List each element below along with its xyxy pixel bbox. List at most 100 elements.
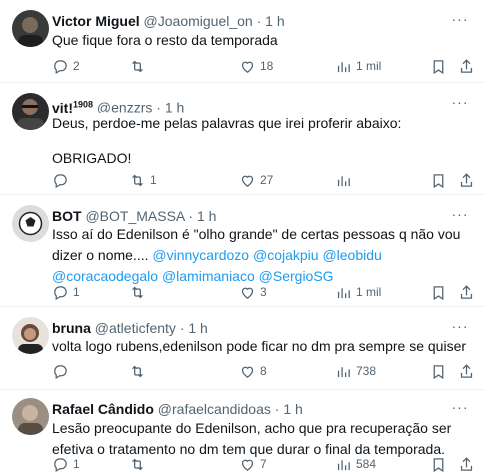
timestamp[interactable]: 1 h — [197, 208, 216, 224]
mention-link[interactable]: @vinnycardozo — [152, 247, 249, 263]
retweet-button[interactable] — [129, 56, 150, 76]
avatar[interactable] — [12, 10, 49, 47]
separator: · — [274, 401, 280, 417]
views-count: 738 — [356, 363, 377, 378]
timestamp[interactable]: 1 h — [283, 401, 302, 417]
avatar[interactable] — [12, 398, 49, 435]
tweet-text-line: Deus, perdoe-me pelas palavras que irei … — [52, 115, 402, 131]
separator: · — [156, 99, 161, 113]
display-name[interactable]: bruna — [52, 320, 91, 336]
tweet-text: volta logo rubens,edenilson pode ficar n… — [52, 338, 467, 354]
share-button[interactable] — [458, 170, 475, 190]
retweet-icon — [132, 458, 143, 470]
retweet-button[interactable] — [129, 282, 150, 302]
heart-icon — [241, 61, 254, 73]
share-button[interactable] — [458, 282, 475, 302]
bookmark-button[interactable] — [430, 170, 447, 190]
mention-link[interactable]: @cojakpiu — [253, 247, 319, 263]
bookmark-button[interactable] — [430, 361, 447, 381]
retweet-icon — [132, 174, 143, 186]
like-button[interactable]: 7 — [239, 454, 267, 474]
reply-icon — [54, 457, 67, 472]
avatar[interactable] — [12, 317, 49, 354]
bookmark-icon — [433, 457, 444, 472]
views-button[interactable] — [335, 170, 356, 190]
avatar[interactable] — [12, 93, 49, 130]
views-count: 1 mil — [356, 58, 382, 73]
views-button[interactable]: 1 mil — [335, 56, 381, 76]
reply-icon — [54, 59, 67, 74]
share-button[interactable] — [458, 56, 475, 76]
views-button[interactable]: 1 mil — [335, 282, 381, 302]
timestamp[interactable]: 1 h — [165, 100, 184, 113]
reply-icon — [54, 285, 67, 300]
retweet-button[interactable] — [129, 361, 150, 381]
share-icon — [460, 456, 473, 471]
like-button[interactable]: 8 — [239, 361, 267, 381]
tweet[interactable]: Rafael Cândido @rafaelcandidoas · 1 h ··… — [0, 390, 485, 475]
views-icon — [337, 61, 350, 72]
views-button[interactable]: 738 — [335, 361, 376, 381]
share-button[interactable] — [458, 361, 475, 381]
views-icon — [337, 175, 350, 186]
more-icon[interactable]: ··· — [449, 317, 471, 335]
bookmark-icon — [433, 59, 444, 74]
like-button[interactable]: 18 — [239, 56, 273, 76]
retweet-button[interactable]: 1 — [129, 170, 157, 190]
reply-icon — [54, 364, 67, 379]
like-count: 18 — [260, 58, 274, 73]
timestamp[interactable]: 1 h — [265, 13, 284, 29]
display-name[interactable]: vit!1908 — [52, 99, 94, 113]
views-count: 584 — [356, 456, 377, 471]
timestamp[interactable]: 1 h — [188, 320, 207, 336]
heart-icon — [241, 459, 254, 471]
share-button[interactable] — [458, 454, 475, 474]
retweet-button[interactable] — [129, 454, 150, 474]
more-icon[interactable]: ··· — [449, 10, 471, 28]
tweet-header: bruna @atleticfenty · 1 h — [52, 319, 445, 337]
reply-button[interactable]: 2 — [52, 56, 80, 76]
user-handle[interactable]: @BOT_MASSA — [85, 208, 184, 224]
reply-button[interactable]: 1 — [52, 282, 80, 302]
tweet[interactable]: bruna @atleticfenty · 1 h ··· volta logo… — [0, 307, 485, 390]
user-handle[interactable]: @enzzrs — [97, 100, 152, 113]
bookmark-button[interactable] — [430, 454, 447, 474]
share-icon — [460, 363, 473, 378]
bookmark-button[interactable] — [430, 56, 447, 76]
tweet-actions: 1 27 — [52, 170, 477, 190]
more-icon[interactable]: ··· — [449, 93, 471, 111]
heart-icon — [241, 175, 254, 187]
like-button[interactable]: 3 — [239, 282, 267, 302]
more-icon[interactable]: ··· — [449, 398, 471, 416]
retweet-icon — [132, 60, 143, 72]
like-count: 3 — [260, 284, 267, 299]
display-name[interactable]: BOT — [52, 208, 82, 224]
tweet[interactable]: BOT @BOT_MASSA · 1 h ··· Isso aí do Eden… — [0, 195, 485, 307]
mention-link[interactable]: @leobidu — [322, 247, 381, 263]
user-handle[interactable]: @rafaelcandidoas — [158, 401, 271, 417]
bookmark-button[interactable] — [430, 282, 447, 302]
retweet-icon — [132, 286, 143, 298]
views-button[interactable]: 584 — [335, 454, 376, 474]
reply-button[interactable] — [52, 361, 73, 381]
display-name[interactable]: Victor Miguel — [52, 13, 140, 29]
tweet[interactable]: vit!1908 @enzzrs · 1 h ··· Deus, perdoe-… — [0, 83, 485, 195]
tweet-actions: 2 18 1 mil — [52, 56, 477, 76]
share-icon — [460, 172, 473, 187]
tweet[interactable]: Victor Miguel @Joaomiguel_on · 1 h ··· Q… — [0, 0, 485, 83]
reply-button[interactable] — [52, 170, 73, 190]
display-name[interactable]: Rafael Cândido — [52, 401, 154, 417]
tweet-text: Isso aí do Edenilson é "olho grande" de … — [52, 226, 461, 284]
tweet-actions: 8 738 — [52, 361, 477, 381]
avatar[interactable] — [12, 205, 49, 242]
name-superscript: 1908 — [73, 99, 94, 109]
user-handle[interactable]: @atleticfenty — [95, 320, 176, 336]
like-button[interactable]: 27 — [239, 170, 273, 190]
reply-count: 1 — [73, 284, 80, 299]
reply-button[interactable]: 1 — [52, 454, 80, 474]
user-handle[interactable]: @Joaomiguel_on — [144, 13, 253, 29]
reply-count: 2 — [73, 58, 80, 73]
heart-icon — [241, 366, 254, 378]
more-icon[interactable]: ··· — [449, 205, 471, 223]
views-icon — [337, 366, 350, 377]
